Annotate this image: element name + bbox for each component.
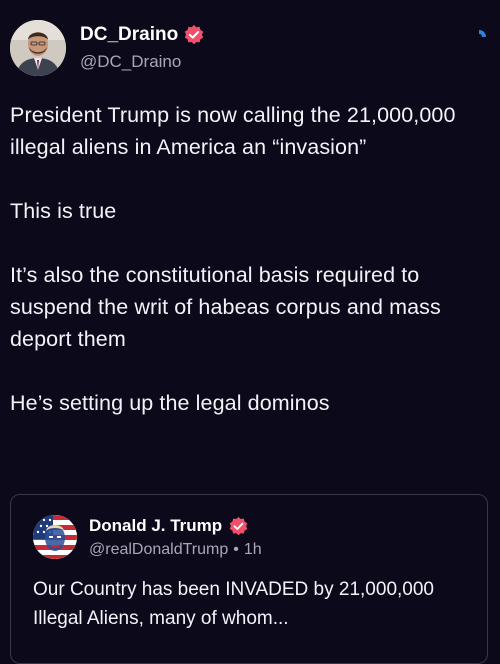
verified-badge-icon — [183, 24, 205, 46]
quoted-author-display-name[interactable]: Donald J. Trump — [89, 516, 222, 536]
post-paragraph: This is true — [10, 199, 117, 223]
author-handle[interactable]: @DC_Draino — [80, 52, 205, 72]
quoted-post-meta: @realDonaldTrump • 1h — [89, 541, 262, 559]
post-header: DC_Draino @DC_Draino — [10, 20, 205, 76]
corner-indicator-icon — [477, 26, 487, 37]
quoted-post-card[interactable]: Donald J. Trump @realDonaldTrump • 1h Our … — [10, 494, 488, 664]
meta-separator: • — [233, 540, 239, 558]
quoted-author-avatar[interactable] — [33, 515, 77, 559]
quoted-post-header: Donald J. Trump @realDonaldTrump • 1h — [33, 515, 262, 559]
quoted-author-handle[interactable]: @realDonaldTrump — [89, 541, 228, 558]
author-avatar[interactable] — [10, 20, 66, 76]
author-name-row: DC_Draino — [80, 24, 205, 46]
author-display-name[interactable]: DC_Draino — [80, 24, 178, 46]
post-card: DC_Draino @DC_Draino President Trump is … — [0, 0, 500, 664]
post-paragraph: It’s also the constitutional basis requi… — [10, 263, 441, 351]
post-paragraph: He’s setting up the legal dominos — [10, 391, 330, 415]
post-body: President Trump is now calling the 21,00… — [10, 99, 490, 419]
quoted-author-name-row: Donald J. Trump — [89, 516, 262, 537]
author-names: DC_Draino @DC_Draino — [80, 24, 205, 72]
quoted-post-time[interactable]: 1h — [244, 541, 262, 558]
quoted-author-names: Donald J. Trump @realDonaldTrump • 1h — [89, 516, 262, 559]
verified-badge-icon — [228, 516, 249, 537]
quoted-post-text: Our Country has been INVADED by 21,000,0… — [33, 579, 434, 629]
post-paragraph: President Trump is now calling the 21,00… — [10, 103, 456, 159]
